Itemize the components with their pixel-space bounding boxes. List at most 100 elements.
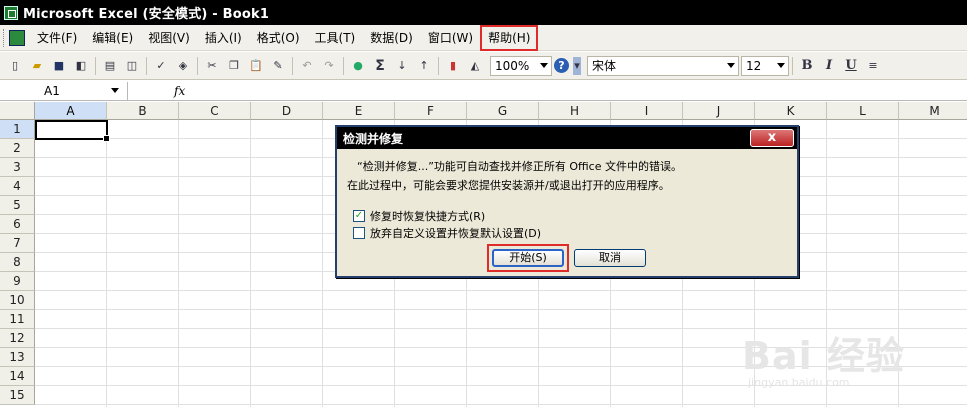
row-header-14[interactable]: 14 <box>0 367 35 386</box>
title-bar: Microsoft Excel (安全模式) - Book1 <box>0 0 967 25</box>
dialog-title-bar: 检测并修复 <box>337 127 797 149</box>
separator <box>197 56 198 75</box>
autosum-icon[interactable]: Σ <box>371 57 389 75</box>
menu-format[interactable]: 格式(O) <box>251 27 306 49</box>
row-header-6[interactable]: 6 <box>0 215 35 234</box>
column-header-d[interactable]: D <box>251 102 323 120</box>
function-icon[interactable]: fx <box>174 84 185 98</box>
menu-tools[interactable]: 工具(T) <box>309 27 362 49</box>
standard-toolbar: ▯ ▰ ■ ◧ ▤ ◫ ✓ ◈ ✂ ❐ 📋 ✎ ↶ ↷ ● Σ ↓ ↑ ▮ ◭ … <box>0 52 967 80</box>
column-header-l[interactable]: L <box>827 102 899 120</box>
sort-ascending-icon[interactable]: ↓ <box>393 57 411 75</box>
start-button[interactable]: 开始(S) <box>492 249 564 267</box>
copy-icon[interactable]: ❐ <box>225 57 243 75</box>
menu-help[interactable]: 帮助(H) <box>480 24 539 51</box>
row-header-8[interactable]: 8 <box>0 253 35 272</box>
separator <box>292 56 293 75</box>
cut-icon[interactable]: ✂ <box>203 57 221 75</box>
row-header-11[interactable]: 11 <box>0 310 35 329</box>
save-icon[interactable]: ■ <box>50 57 68 75</box>
dialog-description-line1: “检测并修复...”功能可自动查找并修正所有 Office 文件中的错误。 <box>357 160 682 173</box>
close-icon[interactable]: x <box>750 129 794 147</box>
format-painter-icon[interactable]: ✎ <box>269 57 287 75</box>
underline-button[interactable]: U <box>842 57 860 75</box>
discard-custom-settings-label: 放弃自定义设置并恢复默认设置(D) <box>370 226 542 240</box>
menu-bar: 文件(F) 编辑(E) 视图(V) 插入(I) 格式(O) 工具(T) 数据(D… <box>0 24 967 51</box>
chart-wizard-icon[interactable]: ▮ <box>444 57 462 75</box>
spelling-icon[interactable]: ✓ <box>152 57 170 75</box>
name-box[interactable]: A1 <box>0 81 128 100</box>
align-left-icon[interactable]: ≡ <box>864 57 882 75</box>
help-icon[interactable]: ? <box>554 58 569 73</box>
menu-file[interactable]: 文件(F) <box>31 27 83 49</box>
restore-shortcuts-checkbox[interactable]: ✓ <box>353 209 365 222</box>
bold-button[interactable]: B <box>798 57 816 75</box>
drawing-icon[interactable]: ◭ <box>466 57 484 75</box>
cancel-button[interactable]: 取消 <box>574 249 646 267</box>
column-header-a[interactable]: A <box>35 102 107 120</box>
column-header-m[interactable]: M <box>899 102 967 120</box>
restore-shortcuts-option[interactable]: ✓ 修复时恢复快捷方式(R) <box>353 207 787 224</box>
row-header-7[interactable]: 7 <box>0 234 35 253</box>
separator <box>146 56 147 75</box>
discard-custom-settings-checkbox[interactable] <box>353 226 365 239</box>
formula-bar: A1 fx <box>0 81 967 101</box>
active-cell-a1[interactable] <box>35 120 110 142</box>
print-preview-icon[interactable]: ◫ <box>123 57 141 75</box>
separator <box>343 56 344 75</box>
column-header-f[interactable]: F <box>395 102 467 120</box>
sort-descending-icon[interactable]: ↑ <box>415 57 433 75</box>
row-header-13[interactable]: 13 <box>0 348 35 367</box>
column-header-e[interactable]: E <box>323 102 395 120</box>
discard-custom-settings-option[interactable]: 放弃自定义设置并恢复默认设置(D) <box>353 224 787 241</box>
row-header-9[interactable]: 9 <box>0 272 35 291</box>
row-header-2[interactable]: 2 <box>0 139 35 158</box>
redo-icon[interactable]: ↷ <box>320 57 338 75</box>
column-header-h[interactable]: H <box>539 102 611 120</box>
toolbar-options-icon[interactable]: ▾ <box>573 56 581 75</box>
chevron-down-icon <box>727 62 735 68</box>
column-header-k[interactable]: K <box>755 102 827 120</box>
column-header-c[interactable]: C <box>179 102 251 120</box>
italic-button[interactable]: I <box>820 57 838 75</box>
menu-edit[interactable]: 编辑(E) <box>86 27 139 49</box>
chevron-down-icon <box>540 62 548 68</box>
menu-view[interactable]: 视图(V) <box>142 27 196 49</box>
dialog-body: “检测并修复...”功能可自动查找并修正所有 Office 文件中的错误。 在此… <box>337 149 797 241</box>
menu-data[interactable]: 数据(D) <box>364 27 419 49</box>
new-icon[interactable]: ▯ <box>6 57 24 75</box>
window-title: Microsoft Excel (安全模式) - Book1 <box>23 7 270 22</box>
separator <box>792 56 793 75</box>
column-header-g[interactable]: G <box>467 102 539 120</box>
font-size-value: 12 <box>746 58 762 73</box>
row-header-4[interactable]: 4 <box>0 177 35 196</box>
excel-app-icon <box>4 5 18 20</box>
row-header-15[interactable]: 15 <box>0 386 35 405</box>
zoom-select[interactable]: 100% <box>490 55 552 76</box>
workbook-icon[interactable] <box>9 29 25 46</box>
permission-icon[interactable]: ◧ <box>72 57 90 75</box>
undo-icon[interactable]: ↶ <box>298 57 316 75</box>
menu-window[interactable]: 窗口(W) <box>422 27 479 49</box>
row-header-12[interactable]: 12 <box>0 329 35 348</box>
column-header-b[interactable]: B <box>107 102 179 120</box>
menu-insert[interactable]: 插入(I) <box>199 27 248 49</box>
hyperlink-icon[interactable]: ● <box>349 57 367 75</box>
toolbar-grip[interactable] <box>3 28 6 47</box>
paste-icon[interactable]: 📋 <box>247 57 265 75</box>
print-icon[interactable]: ▤ <box>101 57 119 75</box>
row-header-3[interactable]: 3 <box>0 158 35 177</box>
font-name-select[interactable]: 宋体 <box>587 55 739 76</box>
research-icon[interactable]: ◈ <box>174 57 192 75</box>
zoom-value: 100% <box>495 58 530 73</box>
chevron-down-icon <box>111 87 119 93</box>
select-all-corner[interactable] <box>0 102 35 120</box>
column-header-i[interactable]: I <box>611 102 683 120</box>
font-size-select[interactable]: 12 <box>741 55 789 76</box>
row-header-5[interactable]: 5 <box>0 196 35 215</box>
column-header-j[interactable]: J <box>683 102 755 120</box>
restore-shortcuts-label: 修复时恢复快捷方式(R) <box>370 209 486 223</box>
row-header-1[interactable]: 1 <box>0 120 35 139</box>
row-header-10[interactable]: 10 <box>0 291 35 310</box>
open-icon[interactable]: ▰ <box>28 57 46 75</box>
